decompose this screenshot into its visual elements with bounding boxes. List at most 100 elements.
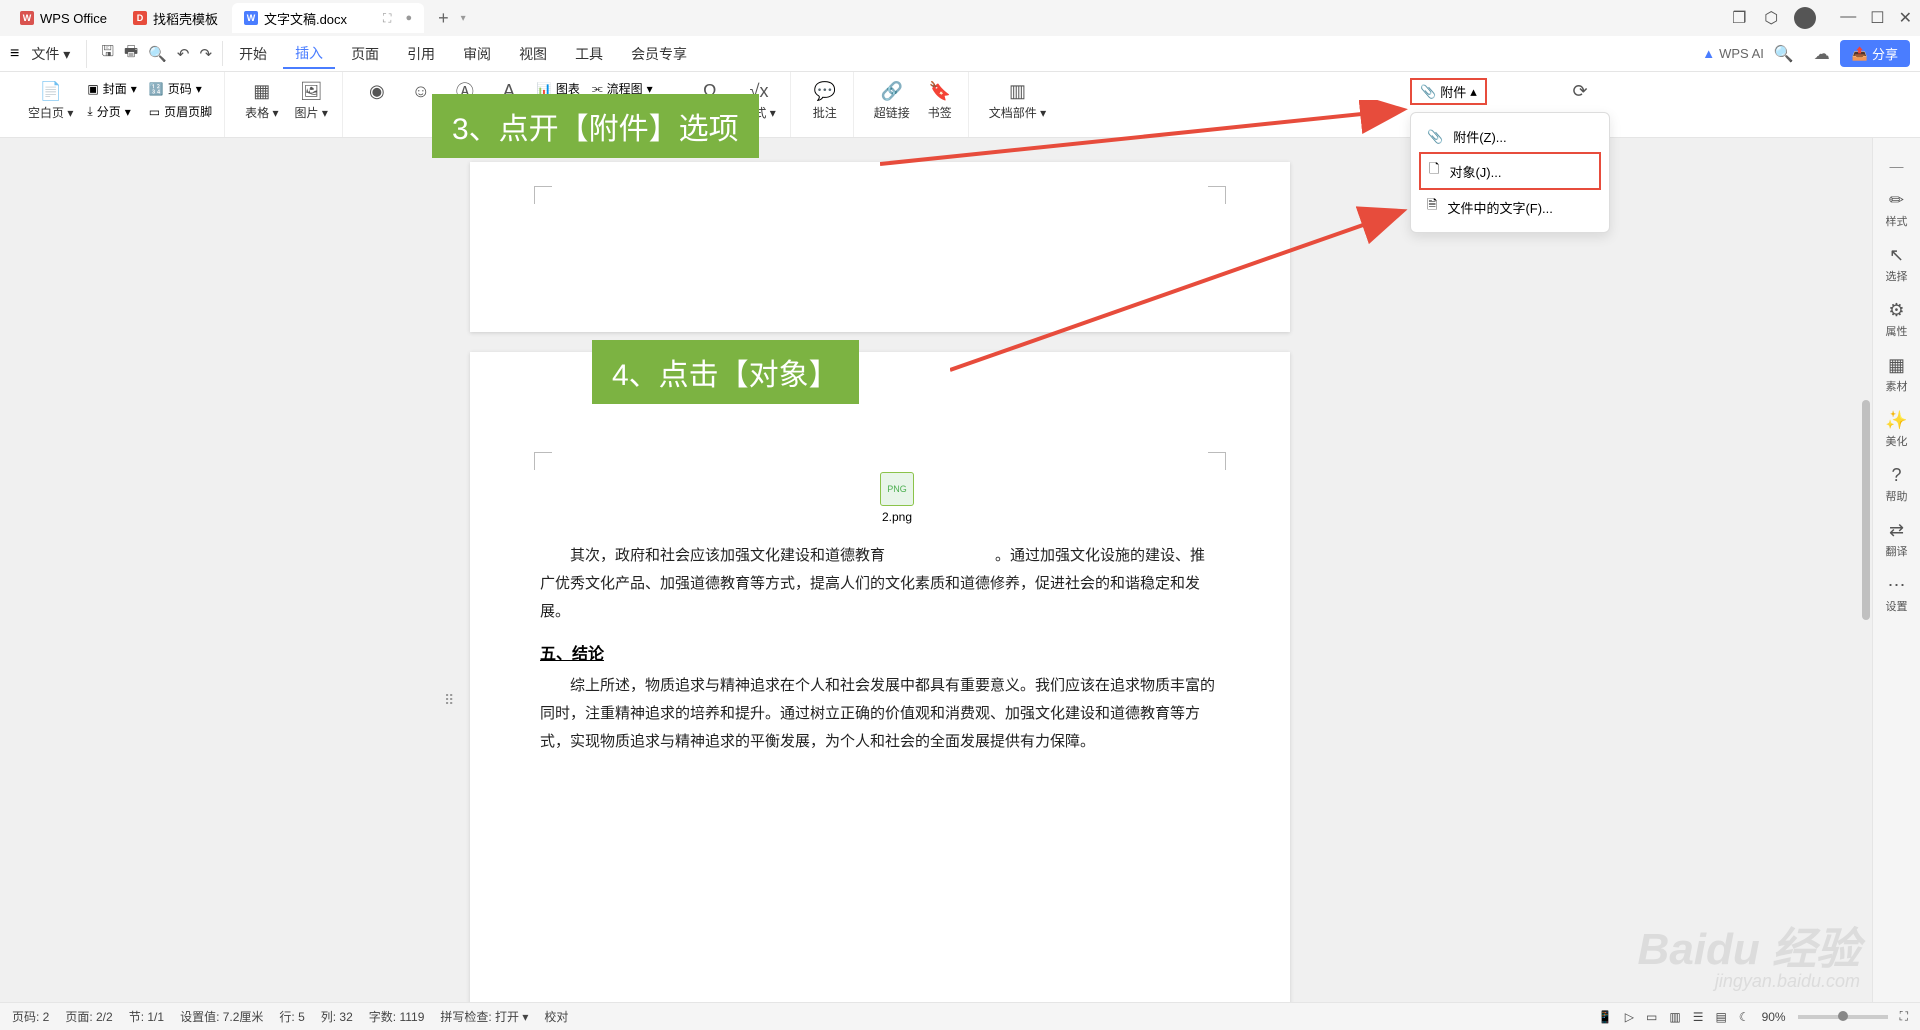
object-icon: 🗋 — [1429, 160, 1439, 182]
view-web-icon[interactable]: ▤ — [1715, 1010, 1726, 1024]
status-words[interactable]: 字数: 1119 — [369, 1008, 425, 1025]
sidebar-help[interactable]: ?帮助 — [1886, 465, 1908, 504]
new-tab-button[interactable]: + — [426, 8, 461, 29]
ribbon-toolbar: 📄空白页 ▾ ▣ 封面 ▾ ⤓ 分页 ▾ 🔢 页码 ▾ ▭ 页眉页脚 ▦表格 ▾… — [0, 72, 1920, 138]
sidebar-attr[interactable]: ⚙属性 — [1886, 300, 1908, 339]
image-button[interactable]: 🖼图片 ▾ — [289, 78, 334, 123]
print-icon[interactable]: 🖶 — [124, 41, 138, 66]
zoom-label[interactable]: 90% — [1762, 1010, 1786, 1024]
dropdown-filetext[interactable]: 🗎文件中的文字(F)... — [1411, 188, 1609, 226]
collapse-icon[interactable]: — — [1890, 158, 1904, 174]
sidebar-settings[interactable]: ⋯设置 — [1886, 575, 1908, 614]
menu-review[interactable]: 审阅 — [451, 40, 503, 68]
paperclip-icon: 📎 — [1427, 129, 1443, 145]
bookmark-button[interactable]: 🔖书签 — [920, 78, 960, 123]
doc-paragraph-2: 综上所述，物质追求与精神追求在个人和社会发展中都具有重要意义。我们应该在追求物质… — [540, 672, 1220, 756]
docparts-icon: ▥ — [1006, 80, 1028, 102]
status-pages[interactable]: 页面: 2/2 — [65, 1008, 112, 1025]
maximize-button[interactable]: ☐ — [1870, 8, 1884, 28]
view-mobile-icon[interactable]: 📱 — [1598, 1010, 1613, 1024]
shape-icon: ◉ — [366, 80, 388, 102]
link-icon: 🔗 — [881, 80, 903, 102]
menu-insert[interactable]: 插入 — [283, 39, 335, 69]
view-page-icon[interactable]: ▥ — [1669, 1010, 1680, 1024]
zoom-slider[interactable] — [1798, 1015, 1888, 1019]
table-button[interactable]: ▦表格 ▾ — [239, 78, 284, 123]
sparkle-icon: ✨ — [1885, 410, 1907, 431]
titlebar: WWPS Office D找稻壳模板 W文字文稿.docx⛶● + ▾ ❐ ⬡ … — [0, 0, 1920, 36]
cursor-icon: ↖ — [1889, 245, 1904, 266]
png-file-icon: PNG — [880, 472, 914, 506]
sidebar-translate[interactable]: ⇄翻译 — [1886, 520, 1908, 559]
undo-icon[interactable]: ↶ — [177, 45, 190, 63]
redo-icon[interactable]: ↷ — [199, 45, 212, 63]
cover-button[interactable]: ▣ 封面 ▾ — [83, 78, 140, 99]
doc-heading: 五、结论 — [540, 640, 1220, 664]
template-icon: D — [133, 11, 147, 25]
attachment-button[interactable]: 📎 附件 ▴ — [1410, 78, 1487, 105]
menu-start[interactable]: 开始 — [227, 40, 279, 68]
tab-wps-home[interactable]: WWPS Office — [8, 3, 119, 33]
cloud-icon[interactable]: ☁ — [1814, 44, 1830, 64]
help-icon: ? — [1891, 465, 1901, 486]
more-button[interactable]: ⟳ — [1560, 78, 1600, 104]
sidebar-material[interactable]: ▦素材 — [1886, 355, 1908, 394]
sidebar-beautify[interactable]: ✨美化 — [1885, 410, 1907, 449]
dropdown-attach[interactable]: 📎附件(Z)... — [1411, 119, 1609, 154]
bookmark-icon: 🔖 — [929, 80, 951, 102]
menu-vip[interactable]: 会员专享 — [619, 40, 699, 68]
view-book-icon[interactable]: ▭ — [1646, 1010, 1657, 1024]
dropdown-object[interactable]: 🗋对象(J)... — [1419, 152, 1601, 190]
hyperlink-button[interactable]: 🔗超链接 — [868, 78, 916, 123]
embedded-file[interactable]: PNG 2.png — [880, 472, 914, 524]
duplicate-icon[interactable]: ❐ — [1730, 9, 1748, 27]
slider-icon: ⚙ — [1888, 300, 1904, 321]
preview-icon[interactable]: 🔍 — [148, 45, 167, 63]
grid-icon: ▦ — [1888, 355, 1905, 376]
tab-document[interactable]: W文字文稿.docx⛶● — [232, 3, 424, 33]
quick-access: 🖫 🖶 🔍 ↶ ↷ — [91, 41, 223, 66]
share-button[interactable]: 📤 分享 — [1840, 40, 1910, 67]
wps-ai-button[interactable]: ▲WPS AI — [1702, 46, 1764, 61]
close-button[interactable]: ✕ — [1899, 8, 1912, 28]
pagebreak-button[interactable]: ⤓ 分页 ▾ — [83, 101, 140, 122]
status-spell[interactable]: 拼写检查: 打开 ▾ — [440, 1008, 528, 1025]
cube-icon[interactable]: ⬡ — [1762, 9, 1780, 27]
status-page[interactable]: 页码: 2 — [12, 1008, 49, 1025]
status-row: 行: 5 — [279, 1008, 304, 1025]
tab-templates[interactable]: D找稻壳模板 — [121, 3, 230, 33]
fullscreen-icon[interactable]: ⛶ — [1900, 1009, 1908, 1024]
minimize-button[interactable]: — — [1840, 8, 1856, 28]
search-icon[interactable]: 🔍 — [1774, 44, 1794, 64]
save-icon[interactable]: 🖫 — [101, 41, 114, 66]
status-proof[interactable]: 校对 — [544, 1008, 568, 1025]
drag-handle-icon[interactable]: ⠿ — [444, 692, 454, 709]
view-play-icon[interactable]: ▷ — [1625, 1010, 1634, 1024]
user-avatar[interactable] — [1794, 7, 1816, 29]
file-menu[interactable]: 文件 ▾ — [25, 40, 76, 68]
menu-reference[interactable]: 引用 — [395, 40, 447, 68]
wps-logo-icon: W — [20, 11, 34, 25]
scroll-thumb[interactable] — [1862, 400, 1870, 620]
view-outline-icon[interactable]: ☰ — [1693, 1010, 1704, 1024]
night-mode-icon[interactable]: ☾ — [1739, 1010, 1750, 1024]
header-footer-button[interactable]: ▭ 页眉页脚 — [145, 101, 216, 122]
hamburger-icon[interactable]: ≡ — [10, 45, 19, 63]
comment-button[interactable]: 💬批注 — [805, 78, 845, 123]
blank-page-button[interactable]: 📄空白页 ▾ — [22, 78, 79, 123]
page-2: PNG 2.png 其次，政府和社会应该加强文化建设和道德教育。通过加强文化设施… — [470, 352, 1290, 1002]
menu-tools[interactable]: 工具 — [563, 40, 615, 68]
docparts-button[interactable]: ▥文档部件 ▾ — [983, 78, 1052, 123]
pagenum-button[interactable]: 🔢 页码 ▾ — [145, 78, 216, 99]
document-canvas[interactable]: PNG 2.png 其次，政府和社会应该加强文化建设和道德教育。通过加强文化设施… — [0, 138, 1872, 1002]
sidebar-style[interactable]: ✏样式 — [1886, 190, 1908, 229]
menu-page[interactable]: 页面 — [339, 40, 391, 68]
vertical-scrollbar[interactable] — [1860, 150, 1870, 990]
table-icon: ▦ — [251, 80, 273, 102]
attachment-dropdown: 📎附件(Z)... 🗋对象(J)... 🗎文件中的文字(F)... — [1410, 112, 1610, 233]
menu-view[interactable]: 视图 — [507, 40, 559, 68]
menubar: ≡ 文件 ▾ 🖫 🖶 🔍 ↶ ↷ 开始 插入 页面 引用 审阅 视图 工具 会员… — [0, 36, 1920, 72]
sidebar-select[interactable]: ↖选择 — [1886, 245, 1908, 284]
statusbar: 页码: 2 页面: 2/2 节: 1/1 设置值: 7.2厘米 行: 5 列: … — [0, 1002, 1920, 1030]
shape-button[interactable]: ◉ — [357, 78, 397, 104]
